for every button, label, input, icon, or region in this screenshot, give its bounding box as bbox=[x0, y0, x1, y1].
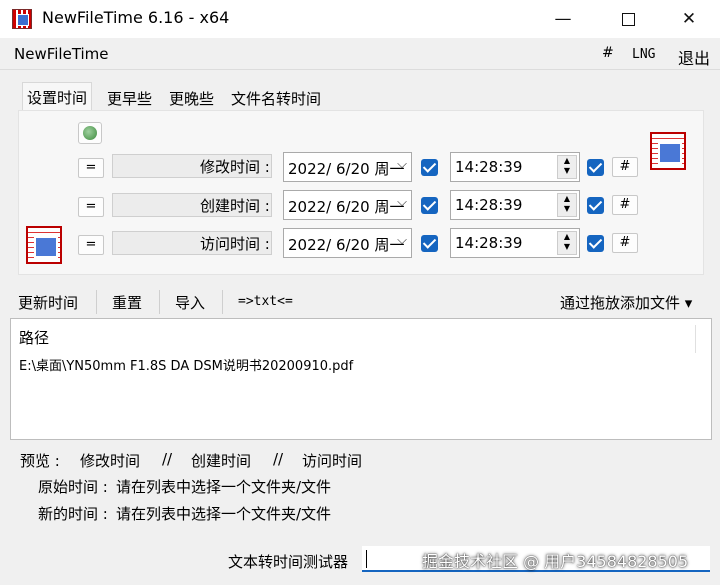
modify-time-value: 14:28:39 bbox=[455, 158, 523, 176]
window-title: NewFileTime 6.16 - x64 bbox=[42, 8, 230, 27]
toolbar-divider bbox=[222, 290, 223, 314]
original-time-label: 原始时间 : bbox=[38, 478, 108, 496]
new-time-value: 请在列表中选择一个文件夹/文件 bbox=[116, 505, 332, 523]
access-date-checkbox[interactable] bbox=[421, 235, 438, 252]
text-caret bbox=[366, 550, 367, 568]
create-time-checkbox[interactable] bbox=[587, 197, 604, 214]
toolbar-divider bbox=[96, 290, 97, 314]
modify-date-checkbox[interactable] bbox=[421, 159, 438, 176]
preview-access-time[interactable]: 访问时间 bbox=[302, 450, 362, 471]
list-item[interactable]: E:\桌面\YN50mm F1.8S DA DSM说明书20200910.pdf bbox=[19, 355, 353, 374]
tab-filename-to-time[interactable]: 文件名转时间 bbox=[227, 86, 325, 110]
chevron-down-icon: ⌵ bbox=[397, 233, 407, 248]
app-icon bbox=[12, 9, 32, 29]
menu-language[interactable]: LNG bbox=[632, 47, 655, 62]
access-date-picker[interactable]: 2022/ 6/20 周一 ⌵ bbox=[283, 228, 412, 258]
tab-set-time[interactable]: 设置时间 bbox=[22, 82, 93, 110]
equal-button[interactable]: = bbox=[78, 235, 104, 255]
export-txt-button[interactable]: =>txt<= bbox=[238, 294, 293, 309]
update-time-button[interactable]: 更新时间 bbox=[18, 292, 78, 313]
time-spinner[interactable]: ▲ ▼ bbox=[557, 193, 577, 217]
toolbar-divider bbox=[159, 290, 160, 314]
create-time-value: 14:28:39 bbox=[455, 196, 523, 214]
tab-earlier[interactable]: 更早些 bbox=[103, 86, 156, 110]
maximize-icon bbox=[621, 12, 635, 26]
modify-time-checkbox[interactable] bbox=[587, 159, 604, 176]
title-bar: NewFileTime 6.16 - x64 — ✕ bbox=[0, 0, 720, 38]
add-by-drag-dropdown[interactable]: 通过拖放添加文件 ▾ bbox=[560, 292, 692, 313]
preview-separator: // bbox=[162, 450, 173, 468]
tab-later[interactable]: 更晚些 bbox=[165, 86, 218, 110]
maximize-button[interactable] bbox=[605, 4, 651, 34]
modify-hash-button[interactable]: # bbox=[612, 157, 638, 177]
watermark-text: 掘金技术社区 @ 用户34584828505 bbox=[422, 552, 689, 571]
menu-hash[interactable]: # bbox=[602, 45, 614, 61]
create-hash-button[interactable]: # bbox=[612, 195, 638, 215]
access-hash-button[interactable]: # bbox=[612, 233, 638, 253]
modify-date-value: 2022/ 6/20 周一 bbox=[288, 160, 405, 178]
create-time-label: 创建时间 : bbox=[200, 197, 270, 215]
menu-exit[interactable]: 退出 bbox=[678, 45, 710, 69]
file-list[interactable]: 路径 E:\桌面\YN50mm F1.8S DA DSM说明书20200910.… bbox=[10, 318, 712, 440]
close-button[interactable]: ✕ bbox=[666, 4, 712, 34]
minimize-button[interactable]: — bbox=[540, 4, 586, 34]
path-column-header[interactable]: 路径 bbox=[19, 327, 49, 348]
preview-separator: // bbox=[273, 450, 284, 468]
equal-button[interactable]: = bbox=[78, 197, 104, 217]
access-time-checkbox[interactable] bbox=[587, 235, 604, 252]
chevron-down-icon: ⌵ bbox=[397, 195, 407, 210]
reset-button[interactable]: 重置 bbox=[112, 292, 142, 313]
preview-modify-time[interactable]: 修改时间 bbox=[80, 450, 140, 471]
modify-time-input[interactable]: 14:28:39 ▲ ▼ bbox=[450, 152, 580, 182]
time-spinner[interactable]: ▲ ▼ bbox=[557, 155, 577, 179]
original-time-value: 请在列表中选择一个文件夹/文件 bbox=[116, 478, 332, 496]
access-time-label: 访问时间 : bbox=[200, 235, 270, 253]
app-logo-icon[interactable] bbox=[26, 226, 62, 264]
access-time-value: 14:28:39 bbox=[455, 234, 523, 252]
create-time-input[interactable]: 14:28:39 ▲ ▼ bbox=[450, 190, 580, 220]
time-spinner[interactable]: ▲ ▼ bbox=[557, 231, 577, 255]
preview-label: 预览 : bbox=[20, 452, 60, 470]
access-date-value: 2022/ 6/20 周一 bbox=[288, 236, 405, 254]
menu-app[interactable]: NewFileTime bbox=[14, 45, 109, 63]
equal-button[interactable]: = bbox=[78, 158, 104, 178]
app-logo-icon[interactable] bbox=[650, 132, 686, 170]
column-divider[interactable] bbox=[695, 325, 696, 353]
new-time-label: 新的时间 : bbox=[38, 505, 108, 523]
import-button[interactable]: 导入 bbox=[175, 292, 205, 313]
create-date-picker[interactable]: 2022/ 6/20 周一 ⌵ bbox=[283, 190, 412, 220]
create-date-value: 2022/ 6/20 周一 bbox=[288, 198, 405, 216]
access-time-input[interactable]: 14:28:39 ▲ ▼ bbox=[450, 228, 580, 258]
menu-bar: NewFileTime # LNG 退出 bbox=[0, 38, 720, 70]
create-date-checkbox[interactable] bbox=[421, 197, 438, 214]
chevron-down-icon: ⌵ bbox=[397, 157, 407, 172]
text-to-time-tester-label: 文本转时间测试器 bbox=[228, 553, 349, 571]
modify-date-picker[interactable]: 2022/ 6/20 周一 ⌵ bbox=[283, 152, 412, 182]
modify-time-label: 修改时间 : bbox=[200, 158, 270, 176]
globe-icon[interactable] bbox=[78, 122, 102, 144]
preview-create-time[interactable]: 创建时间 bbox=[191, 450, 251, 471]
